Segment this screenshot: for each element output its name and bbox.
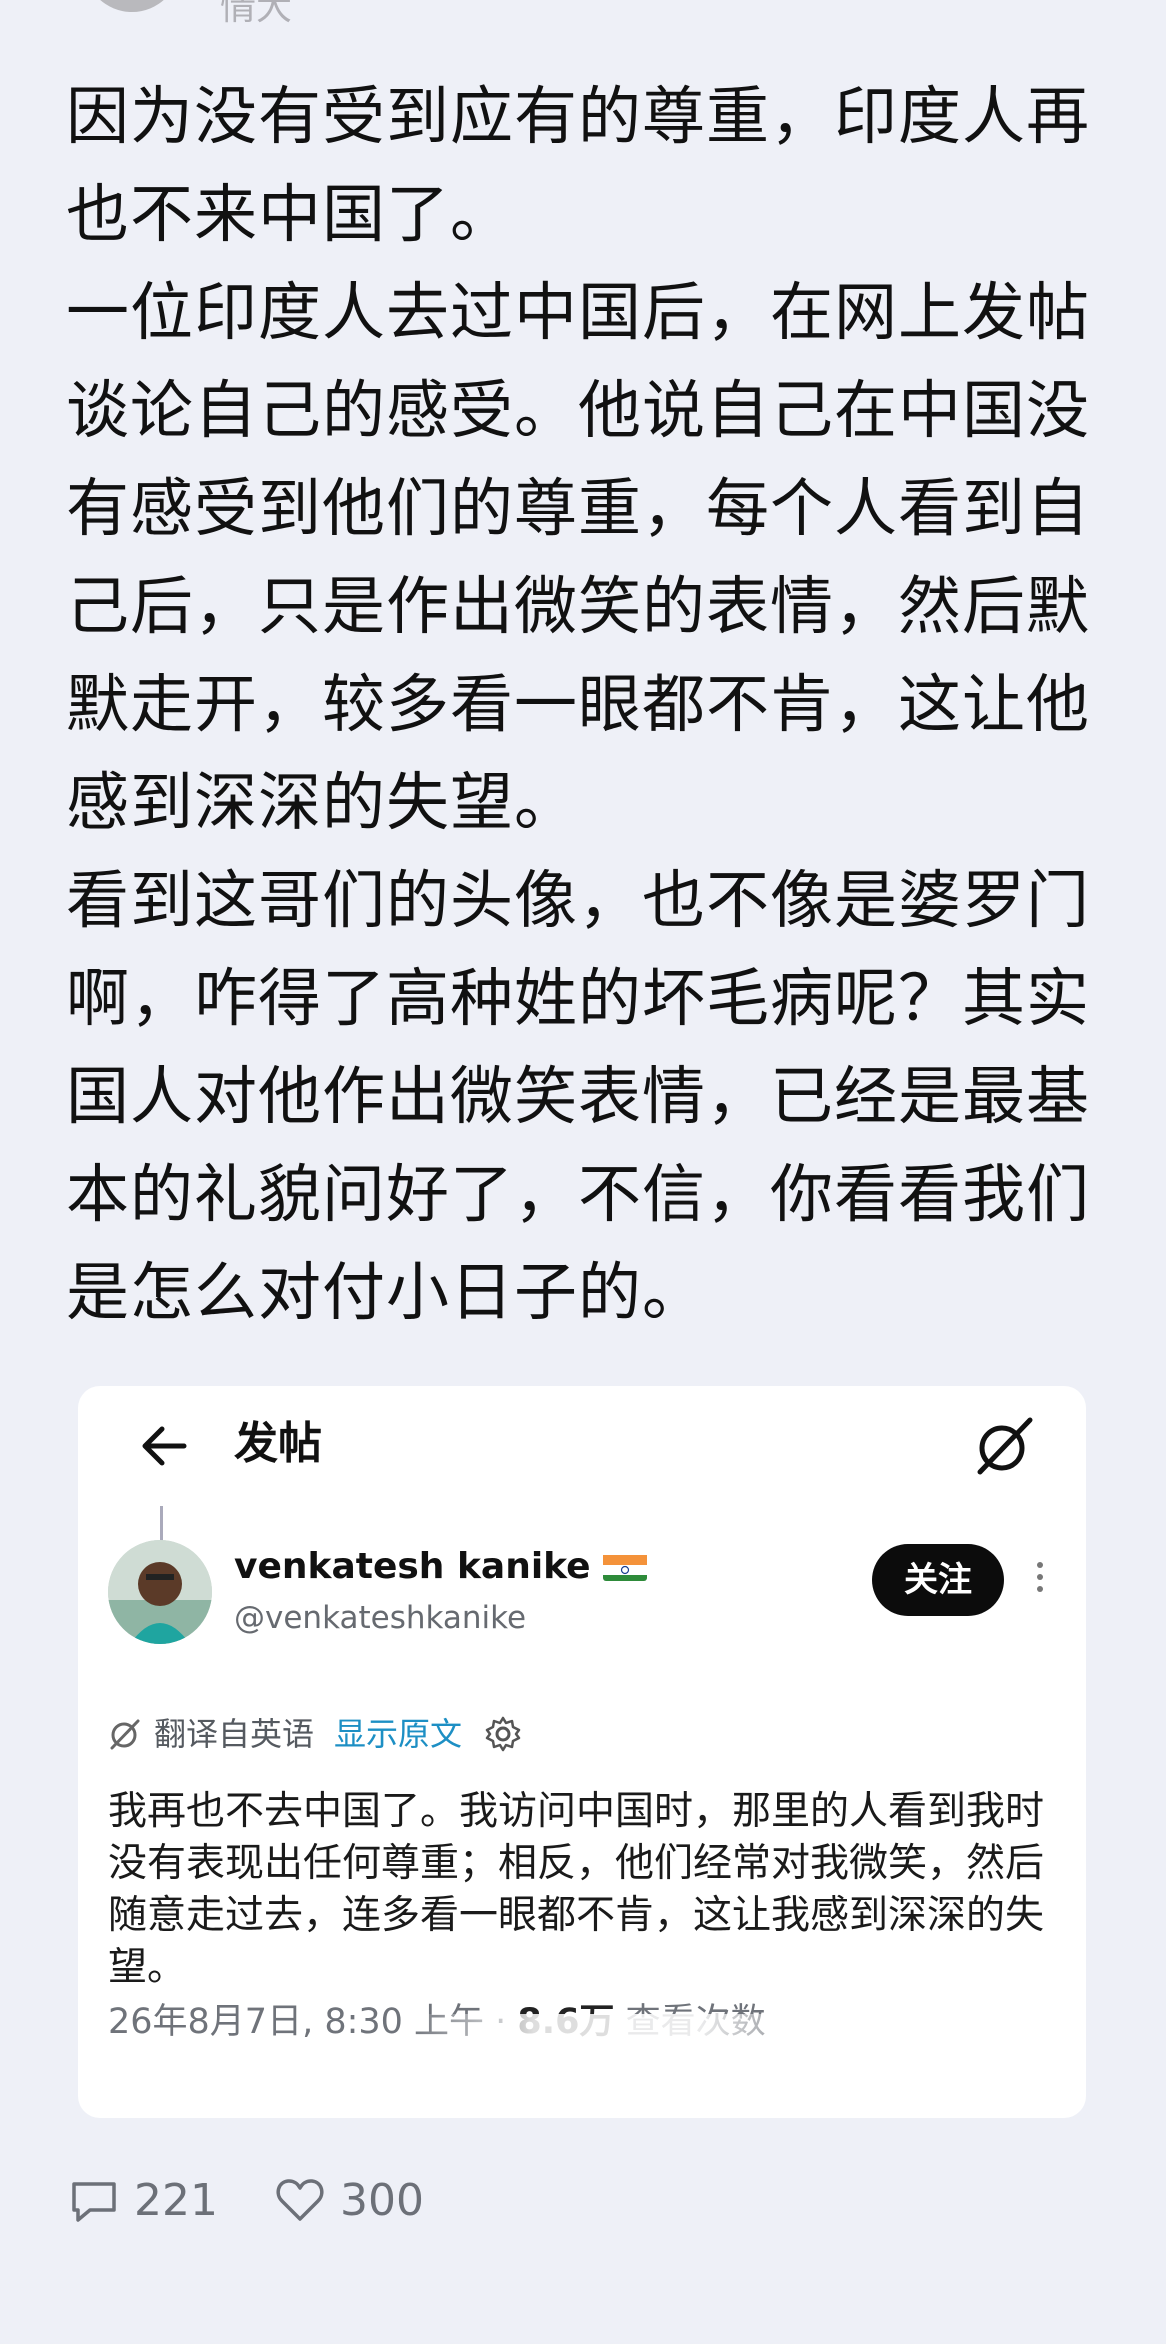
- like-count: 300: [339, 2174, 424, 2226]
- translation-row: 翻译自英语 显示原文: [108, 1708, 522, 1760]
- heart-icon: [276, 2179, 324, 2221]
- embedded-post-card[interactable]: 发帖 venkatesh kanike @venkateshkanike 关注: [78, 1386, 1086, 2118]
- grok-icon[interactable]: [970, 1412, 1038, 1480]
- footer-actions: 221 300: [66, 2168, 478, 2232]
- india-flag-icon: [602, 1551, 647, 1581]
- article-paragraph-1: 因为没有受到应有的尊重，印度人再也不来中国了。: [66, 80, 1090, 251]
- user-name-text[interactable]: venkatesh kanike: [234, 1546, 591, 1587]
- follow-button[interactable]: 关注: [872, 1544, 1004, 1616]
- avatar[interactable]: [108, 1540, 212, 1644]
- watermark-blur: [408, 2014, 828, 2048]
- user-handle[interactable]: @venkateshkanike: [234, 1598, 526, 1638]
- article-body: 因为没有受到应有的尊重，印度人再也不来中国了。 一位印度人去过中国后，在网上发帖…: [66, 68, 1106, 1342]
- translation-label: 翻译自英语: [154, 1715, 315, 1753]
- author-name[interactable]: 情大: [220, 0, 292, 30]
- article-paragraph-3: 看到这哥们的头像，也不像是婆罗门啊，咋得了高种姓的坏毛病呢？其实国人对他作出微笑…: [66, 864, 1090, 1329]
- like-button[interactable]: 300: [272, 2172, 424, 2228]
- comment-icon: [72, 2182, 116, 2222]
- gear-icon[interactable]: [484, 1715, 522, 1753]
- more-vertical-icon[interactable]: [1028, 1556, 1052, 1604]
- post-user-row: venkatesh kanike @venkateshkanike 关注: [78, 1506, 1086, 1656]
- user-name[interactable]: venkatesh kanike: [234, 1544, 647, 1590]
- post-body-text: 我再也不去中国了。我访问中国时，那里的人看到我时没有表现出任何尊重；相反，他们经…: [108, 1789, 1045, 1990]
- translate-icon: [110, 1719, 140, 1750]
- post-header: 发帖: [78, 1386, 1086, 1506]
- comment-button[interactable]: 221: [66, 2172, 218, 2228]
- author-avatar[interactable]: [84, 0, 180, 12]
- article-paragraph-2: 一位印度人去过中国后，在网上发帖谈论自己的感受。他说自己在中国没有感受到他们的尊…: [66, 276, 1090, 839]
- post-header-title: 发帖: [234, 1418, 322, 1469]
- comment-count: 221: [134, 2174, 218, 2226]
- show-original-link[interactable]: 显示原文: [334, 1708, 462, 1760]
- arrow-left-icon[interactable]: [134, 1416, 194, 1476]
